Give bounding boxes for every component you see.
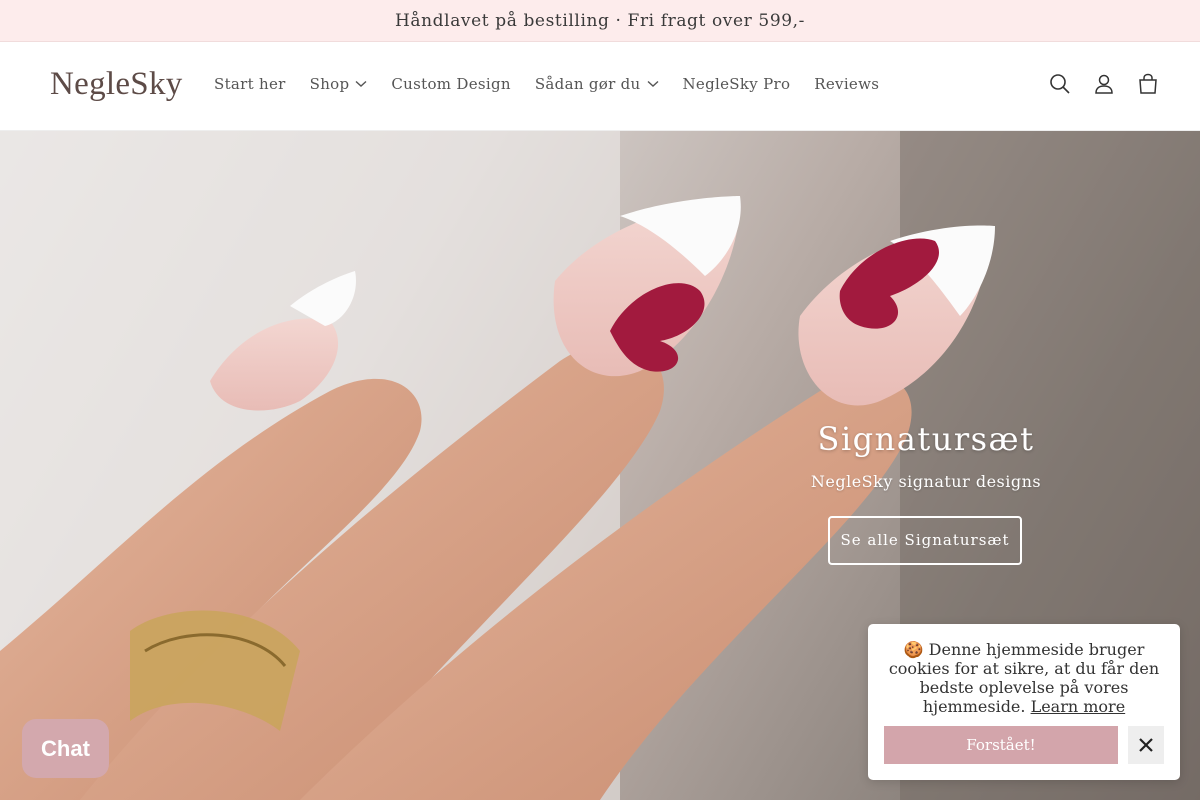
announcement-bar: Håndlavet på bestilling · Fri fragt over… [0,0,1200,42]
see-all-button[interactable]: Se alle Signatursæt [828,516,1022,565]
hero-content: Signatursæt NegleSky signatur designs Se… [811,420,1041,565]
cookie-banner: 🍪 Denne hjemmeside bruger cookies for at… [868,624,1180,780]
nav-label: Start her [214,75,286,93]
nav-item-sadan-gor-du[interactable]: Sådan gør du [523,73,671,95]
close-icon[interactable] [1128,726,1164,764]
nav-item-shop[interactable]: Shop [298,73,380,95]
site-header: NegleSky Start her Shop Custom Design Så… [0,42,1200,131]
chevron-down-icon [647,80,658,87]
nav-item-custom-design[interactable]: Custom Design [379,73,522,95]
header-icons [1048,72,1160,96]
cookie-icon: 🍪 [903,640,924,659]
nav-label: Shop [309,75,350,93]
nav-label: Reviews [814,75,880,93]
hero-subtitle: NegleSky signatur designs [810,472,1042,491]
nav-label: Sådan gør du [534,75,641,93]
nav-item-start-her[interactable]: Start her [202,73,298,95]
hero-title: Signatursæt [817,420,1035,458]
cart-icon[interactable] [1136,72,1160,96]
cookie-message: 🍪 Denne hjemmeside bruger cookies for at… [884,640,1164,716]
nav-label: Custom Design [391,75,511,93]
chat-button[interactable]: Chat [22,719,109,778]
site-logo[interactable]: NegleSky [50,66,183,103]
announcement-text: Håndlavet på bestilling · Fri fragt over… [394,10,806,31]
chat-label: Chat [41,735,90,761]
nav-item-neglesky-pro[interactable]: NegleSky Pro [671,73,803,95]
nav-label: NegleSky Pro [682,75,791,93]
search-icon[interactable] [1048,72,1072,96]
account-icon[interactable] [1092,72,1116,96]
learn-more-link[interactable]: Learn more [1031,697,1126,716]
nav-item-reviews[interactable]: Reviews [802,73,891,95]
cookie-accept-button[interactable]: Forstået! [884,726,1118,764]
main-nav: Start her Shop Custom Design Sådan gør d… [202,73,891,95]
chevron-down-icon [355,80,367,87]
